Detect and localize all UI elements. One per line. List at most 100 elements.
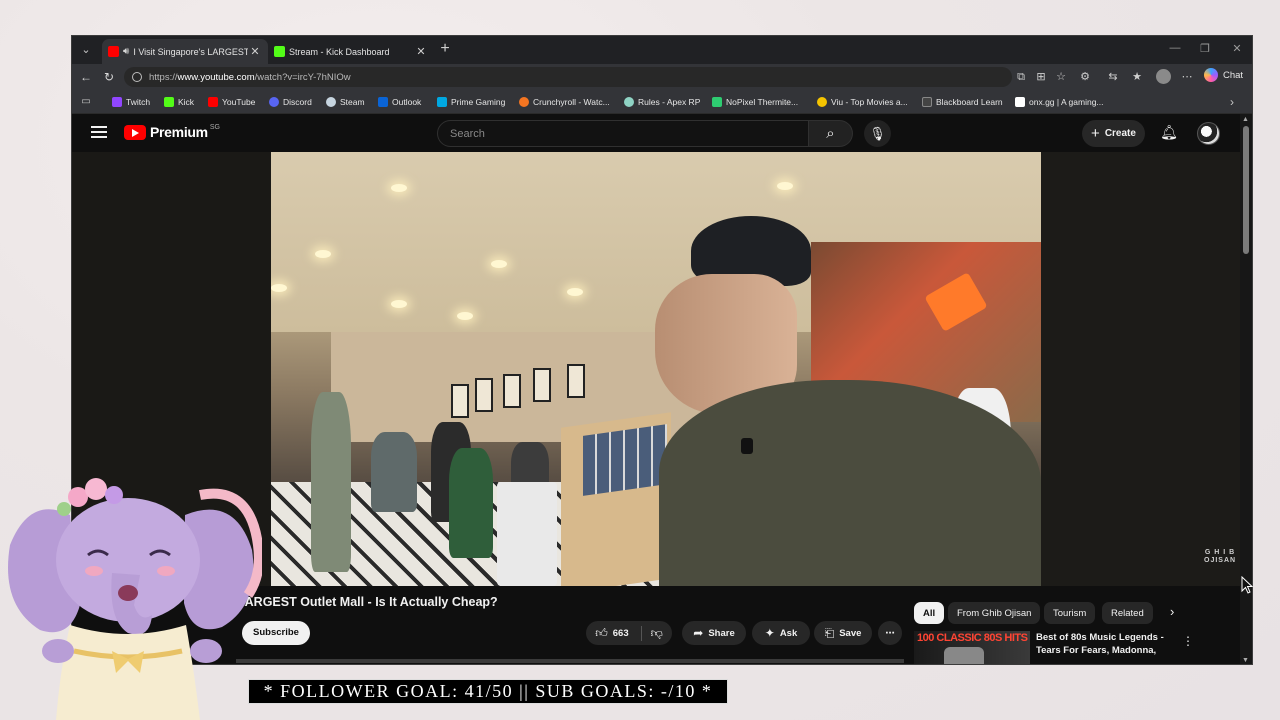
bookmarks-menu-icon[interactable]: ▭ bbox=[80, 96, 92, 108]
profile-avatar[interactable] bbox=[1156, 69, 1171, 84]
tab-youtube-video[interactable]: 🔊︎ I Visit Singapore's LARGEST O ✕ bbox=[102, 39, 268, 64]
viu-icon bbox=[817, 97, 827, 107]
chip-tourism[interactable]: Tourism bbox=[1044, 602, 1096, 624]
address-bar[interactable]: https://www.youtube.com/watch?v=ircY-7hN… bbox=[124, 67, 1012, 87]
minimize-icon[interactable]: — bbox=[1168, 42, 1182, 54]
bookmark-nopixel[interactable]: NoPixel Thermite... bbox=[712, 95, 798, 109]
video-frame[interactable] bbox=[271, 152, 1041, 586]
chips-next-chevron-icon[interactable]: › bbox=[1170, 604, 1174, 619]
guide-menu-icon[interactable] bbox=[91, 126, 107, 140]
translate-icon[interactable]: ⧉ bbox=[1014, 70, 1028, 84]
bookmark-label: Kick bbox=[178, 97, 195, 107]
bookmark-twitch[interactable]: Twitch bbox=[112, 95, 150, 109]
ceiling-light bbox=[315, 250, 331, 258]
menu-board bbox=[583, 424, 667, 496]
player-right-margin bbox=[1041, 152, 1240, 586]
bookmark-discord[interactable]: Discord bbox=[269, 95, 312, 109]
kick-favicon-icon bbox=[274, 46, 285, 57]
diner-figure bbox=[371, 432, 417, 512]
bookmark-steam[interactable]: Steam bbox=[326, 95, 365, 109]
thumbnail-faces bbox=[944, 647, 984, 664]
tab-kick-dashboard[interactable]: Stream - Kick Dashboard ✕ bbox=[268, 39, 434, 64]
mascot-flower bbox=[85, 478, 107, 500]
bookmarks-bar: ▭ Twitch Kick YouTube Discord Steam Outl… bbox=[72, 90, 1252, 114]
recommendation-title[interactable]: Best of 80s Music Legends - Tears For Fe… bbox=[1036, 631, 1166, 664]
ceiling-light bbox=[457, 312, 473, 320]
tab-close-icon[interactable]: ✕ bbox=[414, 45, 428, 58]
bookmark-crunchyroll[interactable]: Crunchyroll - Watc... bbox=[519, 95, 610, 109]
youtube-icon bbox=[208, 97, 218, 107]
bookmark-youtube[interactable]: YouTube bbox=[208, 95, 255, 109]
bookmark-save-icon: ⎗ bbox=[824, 625, 835, 640]
copilot-label: Chat bbox=[1223, 69, 1244, 81]
bookmark-blackboard[interactable]: Blackboard Learn bbox=[922, 95, 1003, 109]
voice-search-mic-icon[interactable]: 🎙︎ bbox=[864, 120, 891, 147]
split-screen-icon[interactable]: ⇆ bbox=[1106, 70, 1120, 84]
search-button[interactable]: ⌕ bbox=[809, 120, 853, 147]
tab-close-icon[interactable]: ✕ bbox=[248, 45, 262, 58]
channel-watermark[interactable]: G H I B OJISAN bbox=[1204, 549, 1236, 565]
chip-related[interactable]: Related bbox=[1102, 602, 1153, 624]
recommendation-thumbnail[interactable]: 100 CLASSIC 80S HITS bbox=[914, 631, 1030, 664]
bookmark-onx[interactable]: onx.gg | A gaming... bbox=[1015, 95, 1104, 109]
like-separator bbox=[640, 625, 642, 641]
discord-icon bbox=[269, 97, 279, 107]
ask-button[interactable]: ✦ Ask bbox=[752, 621, 810, 645]
speaker-icon[interactable]: 🔊︎ bbox=[123, 46, 129, 57]
bookmarks-overflow-chevron-icon[interactable]: › bbox=[1230, 95, 1234, 109]
youtube-favicon-icon bbox=[108, 46, 119, 57]
bookmark-prime-gaming[interactable]: Prime Gaming bbox=[437, 95, 505, 109]
restore-icon[interactable]: ❐ bbox=[1198, 42, 1212, 55]
wall-picture bbox=[503, 374, 521, 408]
like-count[interactable]: 663 bbox=[613, 628, 629, 639]
bookmark-label: Prime Gaming bbox=[451, 97, 506, 107]
favorites-list-icon[interactable]: ★ bbox=[1130, 70, 1144, 84]
bookmark-apex-rp[interactable]: Rules - Apex RP bbox=[624, 95, 700, 109]
window-close-icon[interactable]: ✕ bbox=[1230, 42, 1244, 55]
scroll-down-arrow-icon[interactable]: ▼ bbox=[1242, 657, 1249, 664]
scroll-up-arrow-icon[interactable]: ▲ bbox=[1242, 116, 1249, 123]
scrollbar-thumb[interactable] bbox=[1243, 126, 1249, 254]
host-shirt bbox=[659, 380, 1041, 586]
thumbs-down-icon[interactable]: 👎︎ bbox=[651, 626, 663, 641]
back-arrow-icon[interactable]: ← bbox=[78, 69, 94, 85]
mascot-dress bbox=[56, 625, 200, 720]
create-button[interactable]: + Create bbox=[1082, 120, 1145, 147]
wall-picture bbox=[533, 368, 551, 402]
url-host: www.youtube.com bbox=[177, 71, 255, 83]
kick-icon bbox=[164, 97, 174, 107]
extensions-icon[interactable]: ⚙ bbox=[1078, 70, 1092, 84]
site-info-icon[interactable] bbox=[132, 72, 142, 82]
more-options-icon[interactable]: ⋯ bbox=[1180, 70, 1194, 84]
chip-all[interactable]: All bbox=[914, 602, 945, 624]
search-input[interactable]: Search bbox=[437, 120, 809, 147]
elephant-mascot-overlay bbox=[8, 478, 262, 720]
save-button[interactable]: ⎗ Save bbox=[814, 621, 872, 645]
copilot-chat-button[interactable]: Chat bbox=[1204, 68, 1243, 82]
tab-strip: ⌄ 🔊︎ I Visit Singapore's LARGEST O ✕ Str… bbox=[72, 36, 1252, 64]
share-button[interactable]: ➦ Share bbox=[682, 621, 746, 645]
bookmark-label: Discord bbox=[283, 97, 312, 107]
bookmark-kick[interactable]: Kick bbox=[164, 95, 194, 109]
favorite-star-icon[interactable]: ☆ bbox=[1054, 70, 1068, 84]
account-avatar[interactable] bbox=[1197, 122, 1220, 145]
share-arrow-icon: ➦ bbox=[693, 626, 704, 640]
tab-list-chevron-icon[interactable]: ⌄ bbox=[78, 42, 94, 58]
ceiling-light bbox=[391, 300, 407, 308]
bookmark-outlook[interactable]: Outlook bbox=[378, 95, 421, 109]
more-actions-button[interactable]: ⋯ bbox=[878, 621, 902, 645]
thumbs-up-icon[interactable]: 👍︎ bbox=[595, 626, 608, 641]
wall-picture bbox=[451, 384, 469, 418]
reload-icon[interactable]: ↻ bbox=[101, 69, 117, 85]
notifications-bell-icon[interactable]: 🔔︎ bbox=[1160, 124, 1178, 142]
new-tab-plus-icon[interactable]: + bbox=[436, 40, 454, 58]
bookmark-viu[interactable]: Viu - Top Movies a... bbox=[817, 95, 908, 109]
outlook-icon bbox=[378, 97, 388, 107]
recommendation-more-icon[interactable]: ⋮ bbox=[1182, 634, 1194, 648]
chip-from-channel[interactable]: From Ghib Ojisan bbox=[948, 602, 1041, 624]
url-scheme: https:// bbox=[149, 71, 178, 83]
blackboard-icon bbox=[922, 97, 932, 107]
app-available-icon[interactable]: ⊞ bbox=[1034, 70, 1048, 84]
mascot-flower bbox=[68, 487, 88, 507]
youtube-premium-logo[interactable]: Premium SG bbox=[124, 124, 220, 140]
